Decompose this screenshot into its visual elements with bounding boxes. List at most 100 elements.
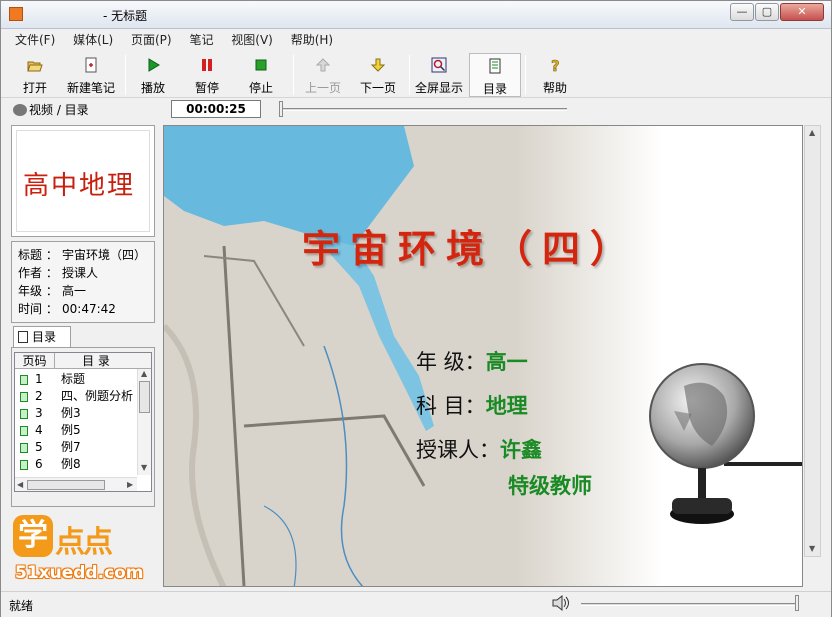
scroll-down-arrow-icon[interactable]: ▼ xyxy=(809,544,815,554)
toc-page: 4 xyxy=(35,423,43,437)
stop-label: 停止 xyxy=(248,81,273,95)
toc-list: 页码 目 录 1 标题 2 四、例题分析 3 例3 4 例5 5 例7 6 例8 ▲ ▼ ◀… xyxy=(14,352,152,492)
new-note-label: 新建笔记 xyxy=(66,81,115,95)
toc-header: 页码 目 录 xyxy=(15,353,151,369)
teacher-key: 授课人： xyxy=(416,438,500,462)
pause-label: 暂停 xyxy=(194,81,219,95)
meta-title-row: 标题 ： 宇宙环境（四） xyxy=(18,246,154,264)
page-icon xyxy=(20,409,28,419)
meta-time-row: 时间 ： 00:47:42 xyxy=(18,300,154,318)
next-page-button[interactable]: 下一页 xyxy=(353,53,403,97)
new-note-icon xyxy=(85,57,97,73)
scroll-left-arrow-icon[interactable]: ◀ xyxy=(17,480,23,490)
toc-row[interactable]: 2 四、例题分析 xyxy=(15,388,137,405)
video-toc-label: 视频 / 目录 xyxy=(29,103,89,117)
pause-icon xyxy=(202,59,212,71)
toc-horizontal-scrollbar[interactable]: ◀ ▶ xyxy=(15,477,137,491)
menu-notes[interactable]: 笔记 xyxy=(175,30,213,50)
toc-title: 例8 xyxy=(61,457,81,471)
status-bar: 就绪 xyxy=(1,591,831,617)
scroll-down-arrow-icon[interactable]: ▼ xyxy=(141,463,147,473)
teacher-value: 许鑫 xyxy=(500,437,542,462)
toc-title: 例7 xyxy=(61,440,81,454)
svg-text:?: ? xyxy=(551,57,560,73)
toc-page: 6 xyxy=(35,457,43,471)
toc-title: 例3 xyxy=(61,406,81,420)
toc-col-title[interactable]: 目 录 xyxy=(55,353,137,369)
menu-help[interactable]: 帮助(H) xyxy=(277,30,333,50)
toc-title: 例5 xyxy=(61,423,81,437)
video-icon xyxy=(13,104,27,116)
toc-col-page[interactable]: 页码 xyxy=(15,353,55,369)
toolbar-separator xyxy=(409,55,410,95)
volume-track[interactable] xyxy=(581,603,799,606)
help-button[interactable]: ? 帮助 xyxy=(533,53,577,97)
close-button[interactable]: ✕ xyxy=(780,3,824,21)
video-toc-tab[interactable]: 视频 / 目录 xyxy=(13,101,89,118)
logo-mark: 学 xyxy=(13,515,53,557)
toc-title: 四、例题分析 xyxy=(61,389,134,403)
toc-row[interactable]: 1 标题 xyxy=(15,371,137,388)
toc-row[interactable]: 6 例8 xyxy=(15,456,137,473)
toc-row[interactable]: 3 例3 xyxy=(15,405,137,422)
site-logo: 学 点点 51xuedd.com xyxy=(11,513,155,587)
prev-page-label: 上一页 xyxy=(304,81,341,95)
stop-button[interactable]: 停止 xyxy=(239,53,283,97)
scroll-up-arrow-icon[interactable]: ▲ xyxy=(141,369,147,379)
volume-thumb[interactable] xyxy=(795,595,799,611)
menu-page[interactable]: 页面(P) xyxy=(117,30,172,50)
info-strip: 视频 / 目录 00:00:25 xyxy=(1,99,831,123)
course-info: 标题 ： 宇宙环境（四） 作者 ： 授课人 年级 ： 高一 时间 ： 00:47:42 xyxy=(11,241,155,323)
prev-page-button[interactable]: 上一页 xyxy=(299,53,347,97)
logo-word: 点点 xyxy=(55,525,113,560)
toolbar-separator xyxy=(293,55,294,95)
meta-author-row: 作者 ： 授课人 xyxy=(18,264,154,282)
fullscreen-label: 全屏显示 xyxy=(414,81,463,95)
toc-page: 3 xyxy=(35,406,43,420)
grade-key: 年 级： xyxy=(416,350,486,374)
scroll-right-arrow-icon[interactable]: ▶ xyxy=(127,480,133,490)
scroll-up-arrow-icon[interactable]: ▲ xyxy=(809,128,815,138)
meta-key: 作者 ： xyxy=(18,266,58,280)
seek-thumb[interactable] xyxy=(279,101,283,117)
menu-media[interactable]: 媒体(L) xyxy=(59,30,113,50)
minimize-button[interactable]: — xyxy=(730,3,754,21)
slide-subject-row: 科 目：地理 xyxy=(416,390,528,420)
speaker-icon[interactable] xyxy=(551,594,571,612)
meta-key: 年级 ： xyxy=(18,284,58,298)
window-title: - 无标题 xyxy=(103,9,148,23)
cover-title: 高中地理 xyxy=(23,171,136,201)
toc-vertical-scrollbar[interactable]: ▲ ▼ xyxy=(137,369,151,475)
seek-track[interactable] xyxy=(283,108,567,111)
toc-tab[interactable]: 目录 xyxy=(13,326,71,348)
meta-value: 宇宙环境（四） xyxy=(62,248,147,262)
play-button[interactable]: 播放 xyxy=(131,53,175,97)
toc-title: 标题 xyxy=(61,372,86,386)
teacher-title-value: 特级教师 xyxy=(508,473,592,498)
open-button[interactable]: 打开 xyxy=(9,53,61,97)
toc-panel: 页码 目 录 1 标题 2 四、例题分析 3 例3 4 例5 5 例7 6 例8 ▲ ▼ ◀… xyxy=(11,347,155,507)
title-bar: - 无标题 — ▢ ✕ xyxy=(1,1,831,29)
pause-button[interactable]: 暂停 xyxy=(185,53,229,97)
slide-vertical-scrollbar[interactable]: ▲ ▼ xyxy=(804,125,821,557)
menu-file[interactable]: 文件(F) xyxy=(1,30,55,50)
course-cover: 高中地理 xyxy=(11,125,155,237)
maximize-button[interactable]: ▢ xyxy=(755,3,779,21)
toc-page: 1 xyxy=(35,372,43,386)
toc-row[interactable]: 5 例7 xyxy=(15,439,137,456)
toc-row[interactable]: 4 例5 xyxy=(15,422,137,439)
page-icon xyxy=(20,426,28,436)
logo-url: 51xuedd.com xyxy=(15,563,144,583)
toc-page: 2 xyxy=(35,389,43,403)
toc-vertical-thumb[interactable] xyxy=(139,381,150,413)
arrow-down-icon xyxy=(370,58,386,72)
new-note-button[interactable]: 新建笔记 xyxy=(63,53,119,97)
time-display: 00:00:25 xyxy=(171,100,261,118)
app-window: - 无标题 — ▢ ✕ 文件(F) 媒体(L) 页面(P) 笔记 视图(V) 帮… xyxy=(0,0,832,617)
toc-book-icon xyxy=(489,58,501,74)
fullscreen-button[interactable]: 全屏显示 xyxy=(413,53,465,97)
toc-button[interactable]: 目录 xyxy=(469,53,521,97)
toc-horizontal-thumb[interactable] xyxy=(27,480,105,490)
toc-page: 5 xyxy=(35,440,43,454)
menu-view[interactable]: 视图(V) xyxy=(217,30,273,50)
